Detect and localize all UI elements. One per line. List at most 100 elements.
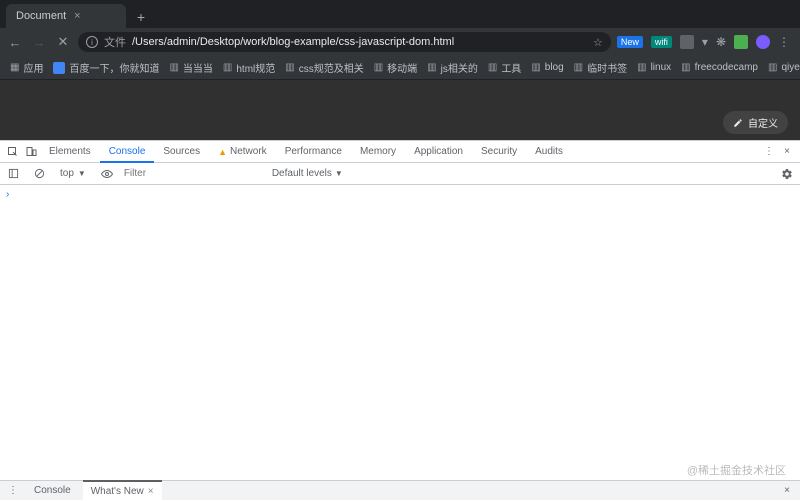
bookmark-label: 临时书签	[587, 60, 627, 75]
bookmark-label: freecodecamp	[695, 62, 758, 73]
customize-button[interactable]: 自定义	[723, 111, 788, 134]
tab-sources[interactable]: Sources	[154, 141, 209, 163]
folder-icon: ▥	[488, 62, 497, 73]
tab-console[interactable]: Console	[100, 141, 155, 163]
tab-strip: Document × +	[0, 0, 800, 28]
devtools-tab-bar: Elements Console Sources ▲Network Perfor…	[0, 141, 800, 163]
profile-avatar-icon[interactable]	[756, 35, 770, 49]
tab-security[interactable]: Security	[472, 141, 526, 163]
bookmark-folder[interactable]: ▥ qiye	[768, 62, 800, 73]
bookmark-folder[interactable]: ▥ html规范	[223, 60, 275, 75]
devtools-close-icon[interactable]: ×	[778, 143, 796, 161]
inspect-element-icon[interactable]	[4, 143, 22, 161]
live-expression-icon[interactable]	[98, 165, 116, 183]
folder-icon: ▥	[169, 62, 178, 73]
bookmark-star-icon[interactable]: ☆	[593, 36, 603, 49]
close-tab-icon[interactable]: ×	[74, 10, 80, 22]
bookmark-label: linux	[651, 62, 672, 73]
customize-label: 自定义	[748, 115, 778, 130]
tab-title: Document	[16, 10, 66, 22]
filter-input[interactable]	[124, 168, 264, 179]
bookmark-label: blog	[545, 62, 564, 73]
new-tab-button[interactable]: +	[130, 6, 152, 28]
drawer-tab-console[interactable]: Console	[26, 481, 79, 501]
context-label: top	[60, 168, 74, 179]
address-bar[interactable]: i 文件 /Users/admin/Desktop/work/blog-exam…	[78, 32, 611, 52]
folder-icon: ▥	[285, 62, 294, 73]
tab-performance[interactable]: Performance	[276, 141, 351, 163]
extension-icon[interactable]	[734, 35, 748, 49]
extension-icon[interactable]	[680, 35, 694, 49]
forward-button[interactable]: →	[30, 33, 48, 51]
folder-icon: ▥	[374, 62, 383, 73]
devtools-menu-icon[interactable]: ⋮	[760, 143, 778, 161]
bookmark-folder[interactable]: ▥ linux	[637, 62, 671, 73]
folder-icon: ▥	[427, 62, 436, 73]
shield-icon[interactable]: ▾	[702, 35, 708, 49]
log-levels-selector[interactable]: Default levels ▼	[272, 168, 343, 179]
drawer-close-icon[interactable]: ×	[778, 485, 796, 496]
console-settings-icon[interactable]	[778, 165, 796, 183]
bookmark-label: 工具	[501, 60, 521, 75]
drawer-tab-whats-new[interactable]: What's New ×	[83, 480, 162, 500]
bookmark-label: 当当当	[183, 60, 213, 75]
warning-icon: ▲	[218, 147, 227, 157]
bookmark-label: 移动端	[387, 60, 417, 75]
folder-icon: ▥	[768, 62, 777, 73]
folder-icon: ▥	[681, 62, 690, 73]
url-scheme-label: 文件	[104, 34, 126, 50]
tab-network[interactable]: ▲Network	[209, 141, 276, 163]
sidebar-toggle-icon[interactable]	[4, 165, 22, 183]
browser-toolbar: ← → ✕ i 文件 /Users/admin/Desktop/work/blo…	[0, 28, 800, 56]
stop-reload-button[interactable]: ✕	[54, 33, 72, 51]
new-badge[interactable]: New	[617, 36, 643, 48]
devtools-panel: Elements Console Sources ▲Network Perfor…	[0, 140, 800, 475]
toolbar-actions: New wifi ▾ ❋ ⋮	[617, 35, 794, 49]
page-viewport: 自定义	[0, 80, 800, 140]
apps-icon: ▦	[10, 62, 19, 73]
site-info-icon[interactable]: i	[86, 36, 98, 48]
bookmarks-bar: ▦ 应用 百度一下，你就知道 ▥ 当当当 ▥ html规范 ▥ css规范及相关 ▥ 移…	[0, 56, 800, 80]
folder-icon: ▥	[531, 62, 540, 73]
tab-memory[interactable]: Memory	[351, 141, 405, 163]
bookmark-folder[interactable]: ▥ 工具	[488, 60, 521, 75]
levels-label: Default levels	[272, 168, 332, 179]
bookmark-folder[interactable]: ▥ blog	[531, 62, 563, 73]
folder-icon: ▥	[574, 62, 583, 73]
tab-application[interactable]: Application	[405, 141, 472, 163]
drawer-menu-icon[interactable]: ⋮	[4, 482, 22, 500]
execution-context-selector[interactable]: top ▼	[56, 168, 90, 179]
favicon-icon	[53, 62, 65, 74]
bookmark-folder[interactable]: ▥ js相关的	[427, 60, 478, 75]
bookmark-folder[interactable]: ▥ freecodecamp	[681, 62, 758, 73]
back-button[interactable]: ←	[6, 33, 24, 51]
tab-audits[interactable]: Audits	[526, 141, 572, 163]
bookmark-label: css规范及相关	[299, 60, 364, 75]
apps-label: 应用	[23, 60, 43, 75]
tab-elements[interactable]: Elements	[40, 141, 100, 163]
browser-tab[interactable]: Document ×	[6, 4, 126, 28]
bookmark-label: qiye	[781, 62, 799, 73]
folder-icon: ▥	[223, 62, 232, 73]
clear-console-icon[interactable]	[30, 165, 48, 183]
bookmark-label: html规范	[236, 60, 275, 75]
pencil-icon	[733, 118, 743, 128]
bookmark-folder[interactable]: ▥ 移动端	[374, 60, 417, 75]
bookmark-folder[interactable]: ▥ css规范及相关	[285, 60, 363, 75]
console-prompt-icon: ›	[6, 189, 9, 200]
settings-gear-icon[interactable]: ❋	[716, 35, 726, 49]
wifi-badge[interactable]: wifi	[651, 36, 672, 48]
close-icon[interactable]: ×	[148, 486, 154, 497]
console-output[interactable]: ›	[0, 185, 800, 475]
menu-icon[interactable]: ⋮	[778, 35, 790, 49]
bookmark-label: js相关的	[441, 60, 478, 75]
bookmark-folder[interactable]: ▥ 当当当	[169, 60, 212, 75]
folder-icon: ▥	[637, 62, 646, 73]
url-text: /Users/admin/Desktop/work/blog-example/c…	[132, 36, 587, 48]
bookmark-folder[interactable]: ▥ 临时书签	[574, 60, 627, 75]
bookmark-item[interactable]: 百度一下，你就知道	[53, 60, 159, 75]
device-toolbar-icon[interactable]	[22, 143, 40, 161]
apps-shortcut[interactable]: ▦ 应用	[10, 60, 43, 75]
chevron-down-icon: ▼	[78, 169, 86, 178]
devtools-drawer: ⋮ Console What's New × ×	[0, 480, 800, 500]
